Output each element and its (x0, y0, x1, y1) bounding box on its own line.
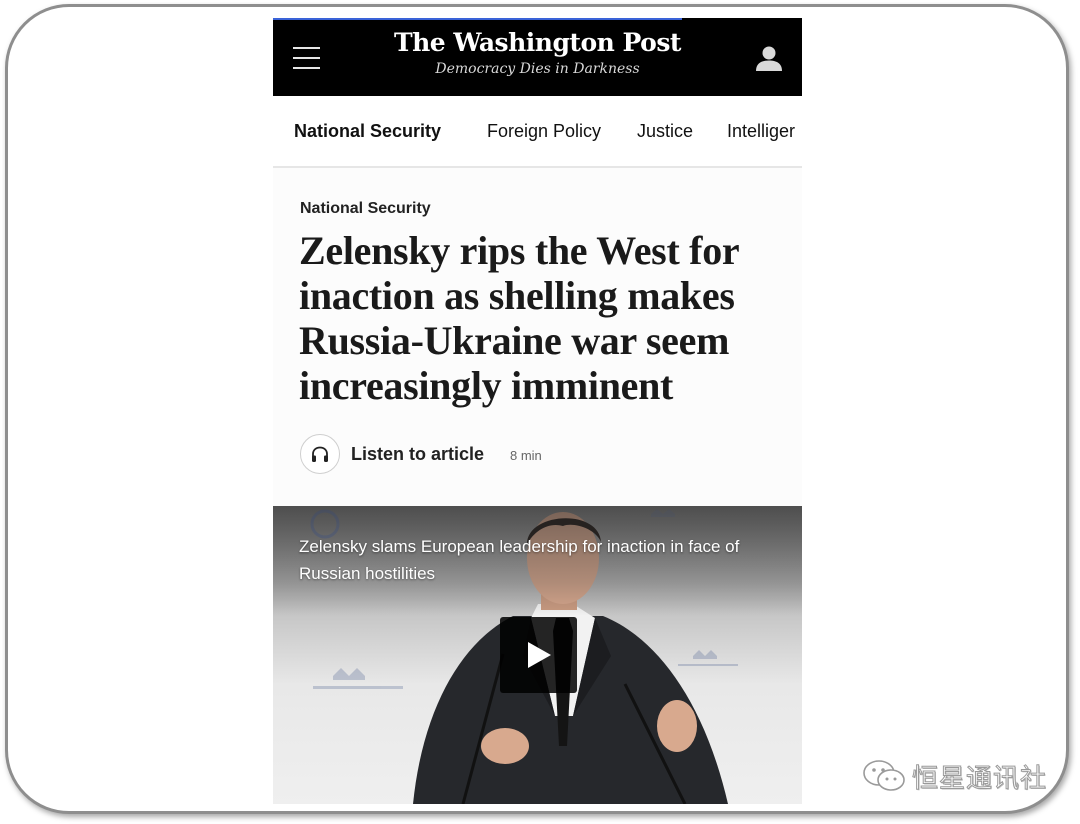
article-headline: Zelensky rips the West for inaction as s… (299, 228, 739, 408)
hamburger-menu-icon[interactable] (293, 47, 320, 69)
tab-justice[interactable]: Justice (637, 121, 693, 142)
site-header: The Washington Post Democracy Dies in Da… (273, 18, 802, 96)
site-logo[interactable]: The Washington Post Democracy Dies in Da… (363, 26, 712, 78)
tab-national-security[interactable]: National Security (294, 121, 441, 142)
article-header: National Security Zelensky rips the West… (273, 168, 802, 506)
video-caption: Zelensky slams European leadership for i… (299, 537, 740, 583)
site-tagline: Democracy Dies in Darkness (435, 61, 640, 77)
listen-duration: 8 min (510, 448, 542, 463)
page-load-progress (273, 18, 682, 20)
watermark-text: 恒星通讯社 (911, 763, 1048, 794)
user-icon[interactable] (755, 45, 783, 71)
article-kicker[interactable]: National Security (300, 200, 431, 218)
tab-intelligence[interactable]: Intelliger (727, 121, 795, 142)
listen-button[interactable] (300, 434, 340, 474)
site-name: The Washington Post (394, 28, 681, 57)
tab-foreign-policy[interactable]: Foreign Policy (487, 121, 601, 142)
section-tabs: National Security Foreign Policy Justice… (273, 96, 802, 168)
listen-to-article-link[interactable]: Listen to article (351, 444, 484, 465)
play-button[interactable] (500, 617, 577, 693)
headphones-icon (312, 446, 328, 462)
mobile-viewport: The Washington Post Democracy Dies in Da… (273, 18, 802, 804)
video-player[interactable]: Zelensky slams European leadership for i… (273, 506, 802, 804)
play-icon (528, 642, 551, 668)
watermark: 恒星通讯社 (862, 758, 1047, 794)
wechat-icon (863, 760, 905, 791)
